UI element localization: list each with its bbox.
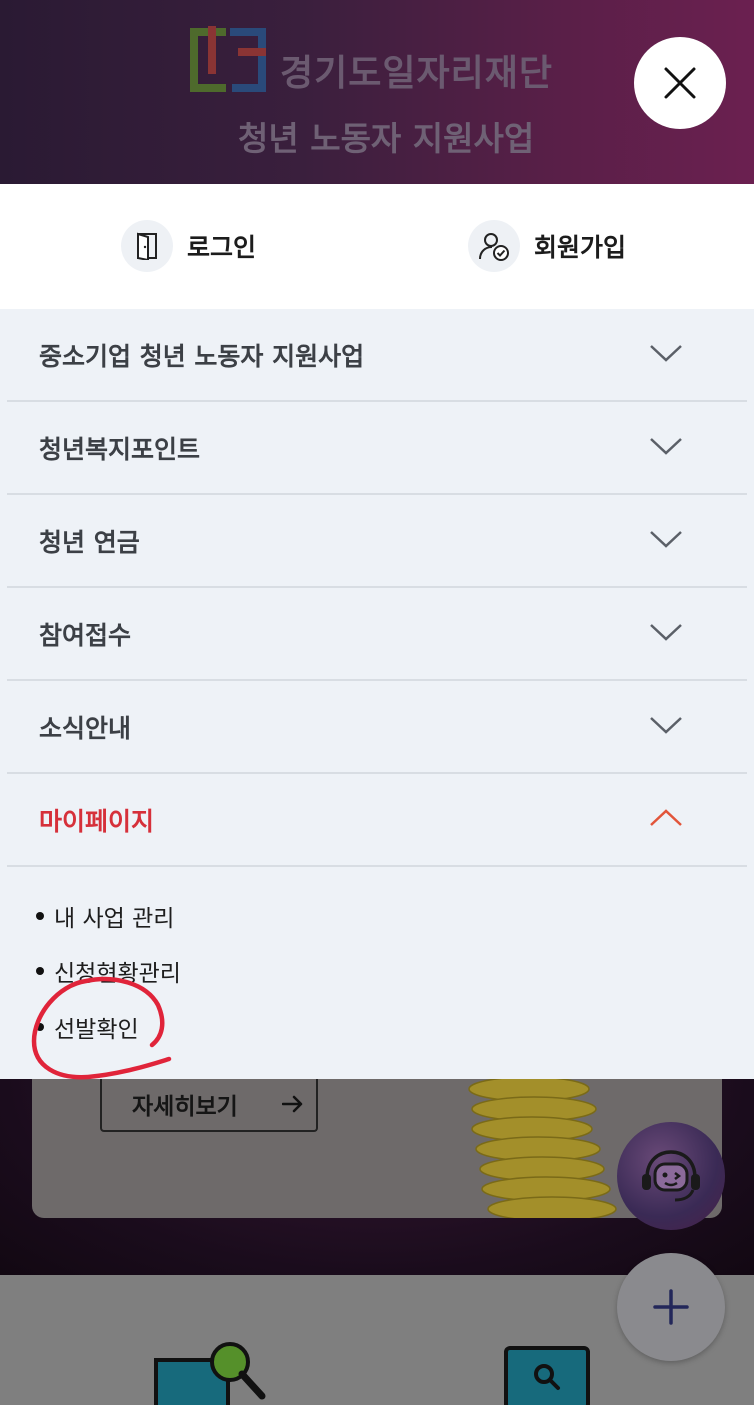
auth-bar: 로그인 회원가입 bbox=[0, 184, 754, 309]
bullet-icon bbox=[36, 912, 44, 920]
submenu-item-selection-check[interactable]: 선발확인 bbox=[36, 1010, 139, 1044]
submenu-item-label: 내 사업 관리 bbox=[54, 906, 175, 932]
submenu-item-my-project[interactable]: 내 사업 관리 bbox=[36, 899, 174, 933]
menu-item-mypage[interactable]: 마이페이지 bbox=[7, 774, 747, 867]
close-icon bbox=[664, 67, 696, 99]
chevron-down-icon bbox=[650, 717, 682, 734]
magnifier-document-icon bbox=[154, 1342, 266, 1405]
chevron-down-icon bbox=[650, 345, 682, 362]
chatbot-button[interactable] bbox=[617, 1122, 725, 1230]
user-check-icon bbox=[479, 233, 509, 261]
more-details-label: 자세히보기 bbox=[132, 1094, 238, 1120]
submenu-item-label: 선발확인 bbox=[54, 1017, 139, 1043]
menu-item-label: 마이페이지 bbox=[39, 807, 155, 836]
chevron-down-icon bbox=[650, 624, 682, 641]
org-name: 경기도일자리재단 bbox=[280, 53, 553, 94]
foundation-logo-icon bbox=[190, 26, 266, 92]
bullet-icon bbox=[36, 1023, 44, 1031]
search-screen-icon bbox=[504, 1346, 590, 1405]
signup-button[interactable]: 회원가입 bbox=[468, 220, 626, 272]
close-menu-button[interactable] bbox=[634, 37, 726, 129]
menu-item-youth-pension[interactable]: 청년 연금 bbox=[7, 495, 747, 588]
login-label: 로그인 bbox=[187, 233, 257, 262]
menu-item-youth-welfare-points[interactable]: 청년복지포인트 bbox=[7, 402, 747, 495]
arrow-right-icon bbox=[281, 1095, 303, 1113]
chevron-down-icon bbox=[650, 531, 682, 548]
submenu-item-application-status[interactable]: 신청현황관리 bbox=[36, 954, 181, 988]
bullet-icon bbox=[36, 967, 44, 975]
menu-item-sme-youth-worker-program[interactable]: 중소기업 청년 노동자 지원사업 bbox=[7, 309, 747, 402]
menu-item-label: 청년복지포인트 bbox=[39, 435, 201, 464]
more-details-button[interactable]: 자세히보기 bbox=[100, 1078, 318, 1132]
signup-icon-wrap bbox=[468, 220, 520, 272]
chevron-down-icon bbox=[650, 438, 682, 455]
menu-item-label: 소식안내 bbox=[39, 714, 132, 743]
signup-label: 회원가입 bbox=[534, 233, 627, 262]
plus-icon bbox=[653, 1289, 689, 1325]
coin-stack-icon bbox=[468, 1079, 617, 1218]
menu-item-label: 중소기업 청년 노동자 지원사업 bbox=[39, 342, 365, 371]
menu-item-label: 참여접수 bbox=[39, 621, 132, 650]
menu-item-application[interactable]: 참여접수 bbox=[7, 588, 747, 681]
program-name: 청년 노동자 지원사업 bbox=[238, 119, 535, 158]
login-button[interactable]: 로그인 bbox=[121, 220, 256, 272]
menu-item-news[interactable]: 소식안내 bbox=[7, 681, 747, 774]
chatbot-face-icon bbox=[642, 1150, 700, 1202]
submenu-item-label: 신청현황관리 bbox=[54, 961, 181, 987]
chevron-up-icon bbox=[650, 809, 682, 826]
menu-item-label: 청년 연금 bbox=[39, 528, 140, 557]
door-icon bbox=[137, 232, 157, 260]
login-icon-wrap bbox=[121, 220, 173, 272]
nav-menu: 중소기업 청년 노동자 지원사업 청년복지포인트 청년 연금 참여접수 소식안내… bbox=[0, 309, 754, 1079]
quick-menu-plus-button[interactable] bbox=[617, 1253, 725, 1361]
